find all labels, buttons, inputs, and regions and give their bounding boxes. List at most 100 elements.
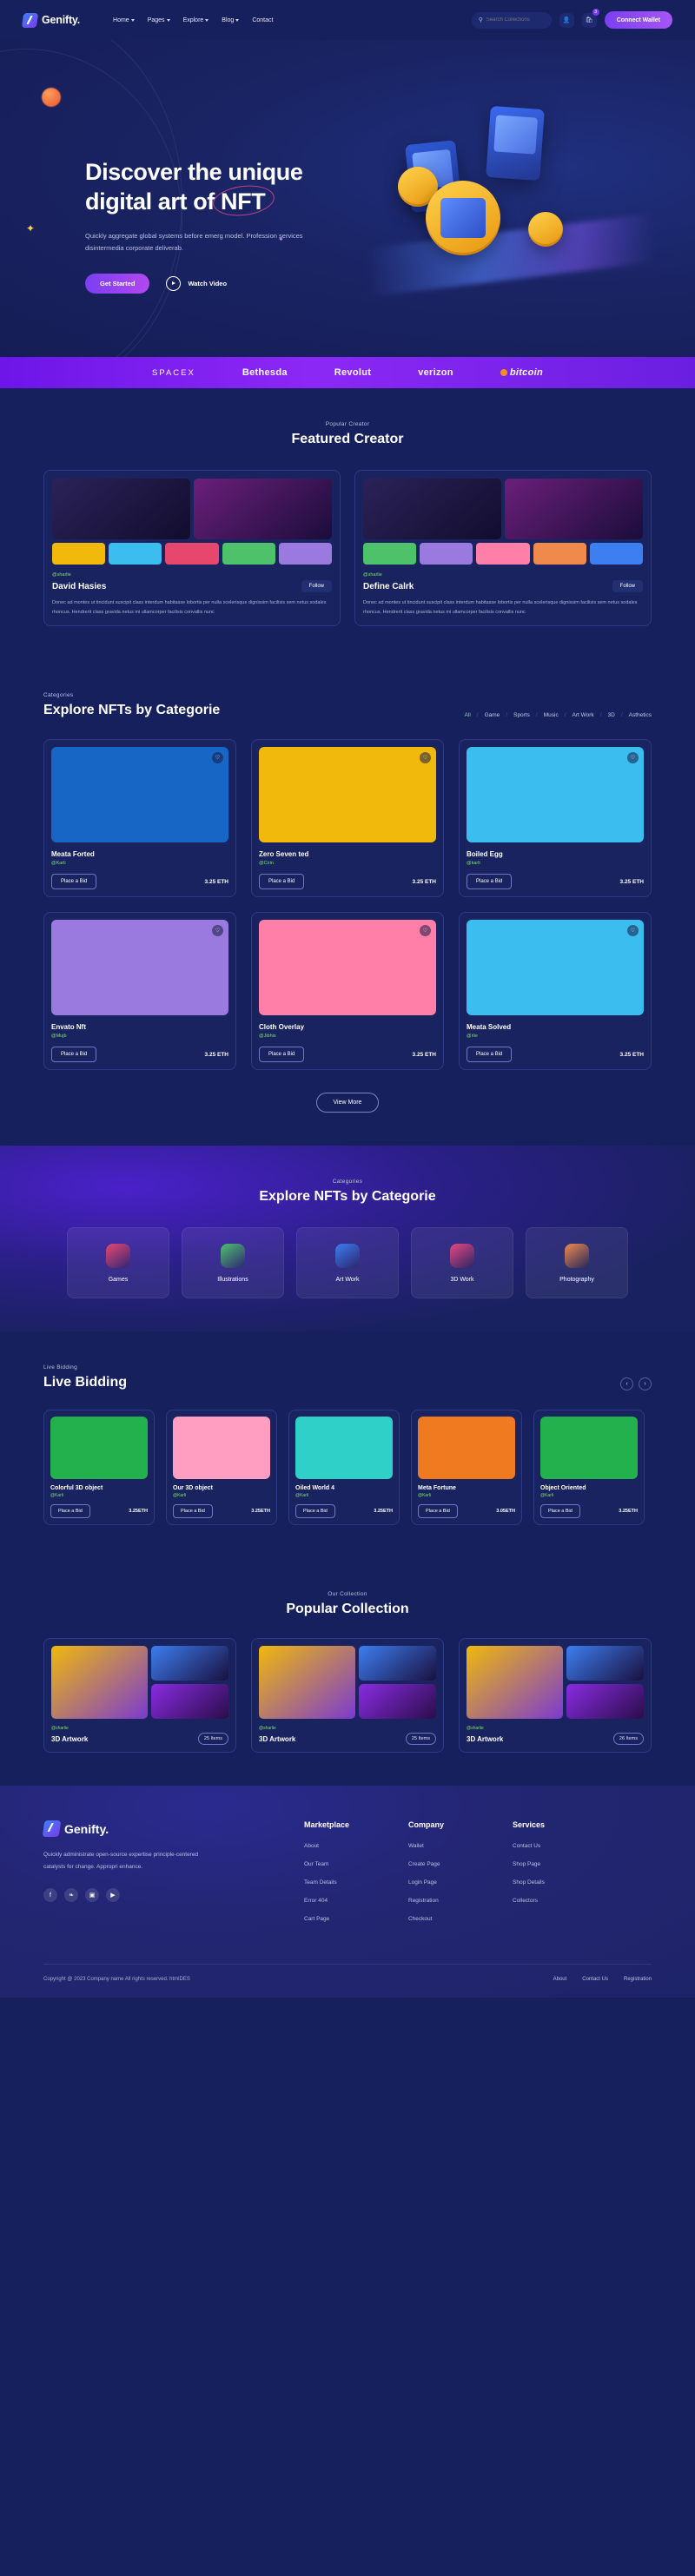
heart-icon[interactable]: ♡ [212, 752, 223, 763]
filter-all[interactable]: All [465, 712, 471, 718]
nav-item-explore[interactable]: Explore [183, 17, 209, 23]
search-input[interactable] [486, 17, 545, 23]
category-tile-photography[interactable]: Photography [526, 1227, 628, 1298]
footer-link[interactable]: Error 404 [304, 1898, 408, 1904]
place-bid-button[interactable]: Place a Bid [51, 874, 97, 889]
footer-link[interactable]: Team Details [304, 1879, 408, 1886]
nft-card[interactable]: ♡ Meata Forted @Karli Place a Bid 3.25 E… [43, 739, 236, 897]
collection-card[interactable]: @sharlie 3D Artwork 26 Items [459, 1638, 652, 1753]
facebook-icon[interactable]: f [43, 1888, 57, 1903]
creator-description: Donec ad montes ut tincidunt suscipit cl… [52, 600, 327, 615]
view-more-button[interactable]: View More [315, 1093, 380, 1113]
creator-card[interactable]: @sharlie David Hasies Follow Donec ad mo… [43, 470, 341, 626]
footer-link[interactable]: Collectors [513, 1898, 617, 1904]
live-bid-card[interactable]: Object Oriented @Karli Place a Bid 3.25E… [533, 1410, 645, 1525]
place-bid-button[interactable]: Place a Bid [467, 1047, 513, 1062]
footer-bottom-link[interactable]: Registration [624, 1977, 652, 1982]
footer-link[interactable]: About [304, 1843, 408, 1849]
footer-bottom-link[interactable]: About [553, 1977, 567, 1982]
brand-logo[interactable]: Genifty. [21, 12, 80, 28]
live-bid-card[interactable]: Meta Fortune @Karli Place a Bid 3.05ETH [411, 1410, 522, 1525]
nav-item-blog[interactable]: Blog [222, 17, 240, 23]
cart-button[interactable]: 🛍 3 [581, 8, 599, 28]
nav-item-home[interactable]: Home [113, 17, 135, 23]
live-bid-image [418, 1417, 515, 1479]
connect-wallet-button[interactable]: Connect Wallet [604, 11, 672, 29]
nav-item-label: Home [113, 17, 129, 23]
category-tile-games[interactable]: Games [67, 1227, 169, 1298]
collection-card[interactable]: @sharlie 3D Artwork 25 Items [251, 1638, 444, 1753]
category-tile-3d-work[interactable]: 3D Work [411, 1227, 513, 1298]
footer-link[interactable]: Shop Details [513, 1879, 617, 1886]
place-bid-button[interactable]: Place a Bid [51, 1047, 97, 1062]
live-bid-card[interactable]: Our 3D object @Karli Place a Bid 3.25ETH [166, 1410, 277, 1525]
get-started-button[interactable]: Get Started [85, 273, 150, 294]
live-bid-image [540, 1417, 638, 1479]
footer-link[interactable]: Wallet [408, 1843, 513, 1849]
footer-bottom-link[interactable]: Contact Us [582, 1977, 608, 1982]
nav-item-pages[interactable]: Pages [148, 17, 170, 23]
bitcoin-icon [500, 369, 507, 376]
live-bid-card[interactable]: Colorful 3D object @Karli Place a Bid 3.… [43, 1410, 155, 1525]
live-bidding-carousel[interactable]: Colorful 3D object @Karli Place a Bid 3.… [43, 1410, 652, 1525]
heart-icon[interactable]: ♡ [420, 752, 431, 763]
filter-3d[interactable]: 3D [608, 712, 615, 718]
nft-card[interactable]: ♡ Zero Seven ted @Cirin Place a Bid 3.25… [251, 739, 444, 897]
heart-icon[interactable]: ♡ [627, 925, 639, 936]
nft-card[interactable]: ♡ Boiled Egg @karli Place a Bid 3.25 ETH [459, 739, 652, 897]
footer-link[interactable]: Login Page [408, 1879, 513, 1886]
place-bid-button[interactable]: Place a Bid [259, 874, 305, 889]
live-bid-card[interactable]: Oiled World 4 @Karli Place a Bid 3.25ETH [288, 1410, 400, 1525]
chevron-left-icon[interactable]: ‹ [620, 1377, 633, 1390]
nft-image: ♡ [467, 920, 644, 1015]
logo-icon [21, 12, 39, 28]
nft-card[interactable]: ♡ Meata Solved @rlie Place a Bid 3.25 ET… [459, 912, 652, 1070]
user-icon: 👤 [562, 17, 571, 23]
nft-card[interactable]: ♡ Cloth Overlay @Jibhis Place a Bid 3.25… [251, 912, 444, 1070]
watch-video-button[interactable]: Watch Video [166, 275, 227, 291]
creator-thumbnails [52, 543, 333, 565]
footer-logo[interactable]: Genifty. [42, 1820, 304, 1837]
place-bid-button[interactable]: Place a Bid [259, 1047, 305, 1062]
follow-button[interactable]: Follow [301, 580, 332, 592]
footer-link[interactable]: Checkout [408, 1916, 513, 1922]
footer-link[interactable]: Cart Page [304, 1916, 408, 1922]
follow-button[interactable]: Follow [612, 580, 643, 592]
heart-icon[interactable]: ♡ [212, 925, 223, 936]
chevron-right-icon[interactable]: › [639, 1377, 652, 1390]
footer-link[interactable]: Registration [408, 1898, 513, 1904]
twitter-icon[interactable]: ❧ [64, 1888, 78, 1903]
footer-link[interactable]: Shop Page [513, 1861, 617, 1867]
filter-asthetics[interactable]: Asthetics [629, 712, 652, 718]
nav-item-contact[interactable]: Contact [252, 17, 273, 23]
filter-art-work[interactable]: Art Work [573, 712, 594, 718]
place-bid-button[interactable]: Place a Bid [418, 1504, 458, 1518]
filter-sports[interactable]: Sports [513, 712, 530, 718]
creator-description: Donec ad montes ut tincidunt suscipit cl… [363, 600, 638, 615]
nft-card[interactable]: ♡ Envato Nft @Mujb Place a Bid 3.25 ETH [43, 912, 236, 1070]
category-label: Photography [559, 1276, 594, 1283]
place-bid-button[interactable]: Place a Bid [173, 1504, 213, 1518]
place-bid-button[interactable]: Place a Bid [50, 1504, 90, 1518]
collection-card[interactable]: @sharlie 3D Artwork 25 Items [43, 1638, 236, 1753]
heart-icon[interactable]: ♡ [627, 752, 639, 763]
category-tile-illustrations[interactable]: Illustrations [182, 1227, 284, 1298]
instagram-icon[interactable]: ▣ [85, 1888, 99, 1903]
place-bid-button[interactable]: Place a Bid [467, 874, 513, 889]
filter-music[interactable]: Music [544, 712, 559, 718]
footer-link[interactable]: Create Page [408, 1861, 513, 1867]
nft-handle: @Jibhis [259, 1034, 276, 1039]
place-bid-button[interactable]: Place a Bid [540, 1504, 580, 1518]
youtube-icon[interactable]: ▶ [106, 1888, 120, 1903]
footer-link[interactable]: Contact Us [513, 1843, 617, 1849]
heart-icon[interactable]: ♡ [420, 925, 431, 936]
footer-link[interactable]: Our Team [304, 1861, 408, 1867]
search-box[interactable]: ⚲ [471, 11, 552, 29]
filter-game[interactable]: Game [485, 712, 500, 718]
live-bid-handle: @Karli [418, 1493, 432, 1498]
user-account-button[interactable]: 👤 [559, 12, 574, 28]
category-tile-art-work[interactable]: Art Work [296, 1227, 399, 1298]
nft-grid: ♡ Meata Forted @Karli Place a Bid 3.25 E… [43, 739, 652, 1070]
place-bid-button[interactable]: Place a Bid [295, 1504, 335, 1518]
creator-card[interactable]: @sharlie Define Calrk Follow Donec ad mo… [354, 470, 652, 626]
